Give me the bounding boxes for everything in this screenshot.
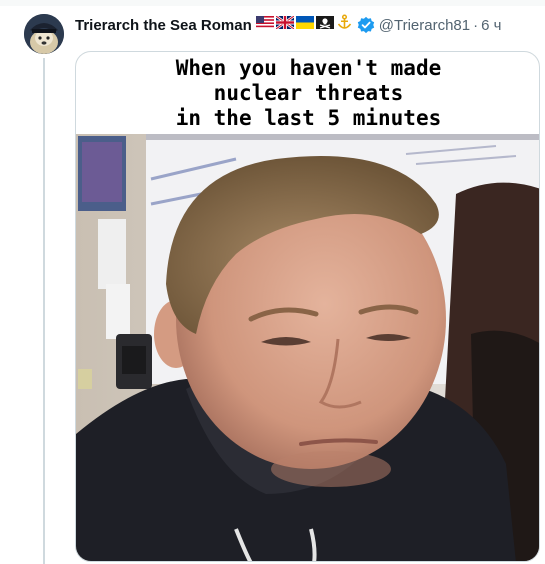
uk-flag-icon [274, 14, 295, 34]
caption-line-3: in the last 5 minutes [175, 105, 442, 130]
avatar-image [24, 14, 64, 54]
avatar[interactable] [24, 14, 64, 54]
meme-caption: When you haven't made nuclear threats in… [76, 52, 539, 134]
caption-line-2: nuclear threats [213, 80, 404, 105]
pirate-flag-icon [315, 16, 334, 34]
us-flag-icon [255, 16, 274, 34]
thread-line [43, 58, 45, 564]
tweet-media[interactable]: When you haven't made nuclear threats in… [75, 51, 540, 562]
ukraine-flag-icon [295, 16, 314, 34]
profile-flags [255, 14, 355, 36]
display-name[interactable]: Trierarch the Sea Roman [75, 17, 252, 34]
caption-line-1: When you haven't made [175, 55, 442, 80]
tweet-header: Trierarch the Sea Roman @Trierarch81 · 6… [75, 13, 501, 37]
anchor-emblem-icon [336, 14, 353, 36]
timestamp[interactable]: 6 ч [481, 17, 501, 34]
user-handle[interactable]: @Trierarch81 [379, 17, 470, 34]
verified-badge-icon [357, 16, 375, 34]
meme-photo [76, 134, 539, 561]
top-divider [0, 0, 545, 6]
separator-dot: · [473, 16, 479, 34]
